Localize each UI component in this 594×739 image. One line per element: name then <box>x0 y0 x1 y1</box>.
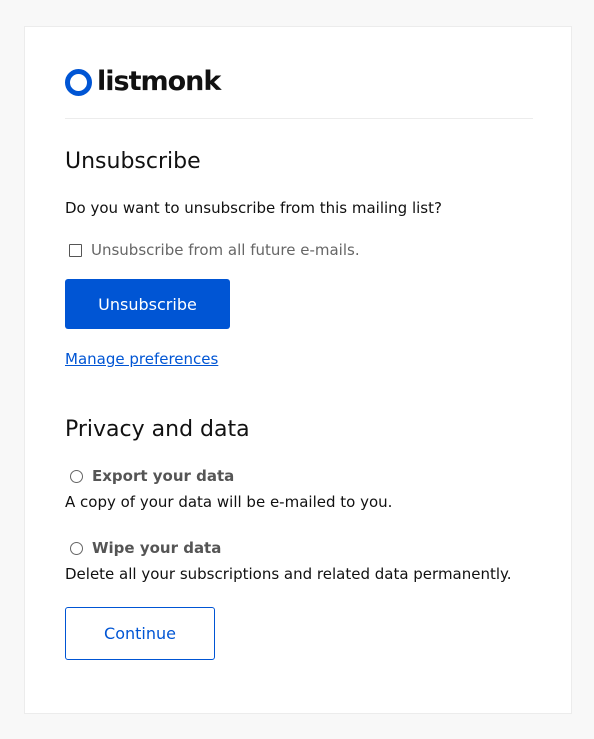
logo-ring-icon <box>65 68 92 96</box>
checkbox-icon[interactable] <box>69 243 82 257</box>
export-data-radio-row[interactable]: Export your data <box>70 466 234 486</box>
wipe-data-radio-row[interactable]: Wipe your data <box>70 538 221 558</box>
unsubscribe-card: listmonk Unsubscribe Do you want to unsu… <box>24 26 572 714</box>
radio-icon[interactable] <box>70 469 83 483</box>
unsubscribe-title: Unsubscribe <box>65 149 201 174</box>
privacy-title: Privacy and data <box>65 417 250 442</box>
unsubscribe-question: Do you want to unsubscribe from this mai… <box>65 199 442 217</box>
checkbox-label[interactable]: Unsubscribe from all future e-mails. <box>91 240 360 260</box>
header: listmonk <box>65 67 533 119</box>
logo: listmonk <box>65 66 221 97</box>
continue-button[interactable]: Continue <box>65 607 215 660</box>
unsubscribe-all-checkbox-row[interactable]: Unsubscribe from all future e-mails. <box>69 240 360 260</box>
export-data-description: A copy of your data will be e-mailed to … <box>65 493 393 511</box>
radio-icon[interactable] <box>70 541 83 555</box>
wipe-data-description: Delete all your subscriptions and relate… <box>65 565 512 583</box>
manage-preferences-link[interactable]: Manage preferences <box>65 349 218 369</box>
logo-text: listmonk <box>97 66 221 97</box>
wipe-data-label[interactable]: Wipe your data <box>92 538 221 558</box>
export-data-label[interactable]: Export your data <box>92 466 234 486</box>
unsubscribe-button[interactable]: Unsubscribe <box>65 279 230 329</box>
